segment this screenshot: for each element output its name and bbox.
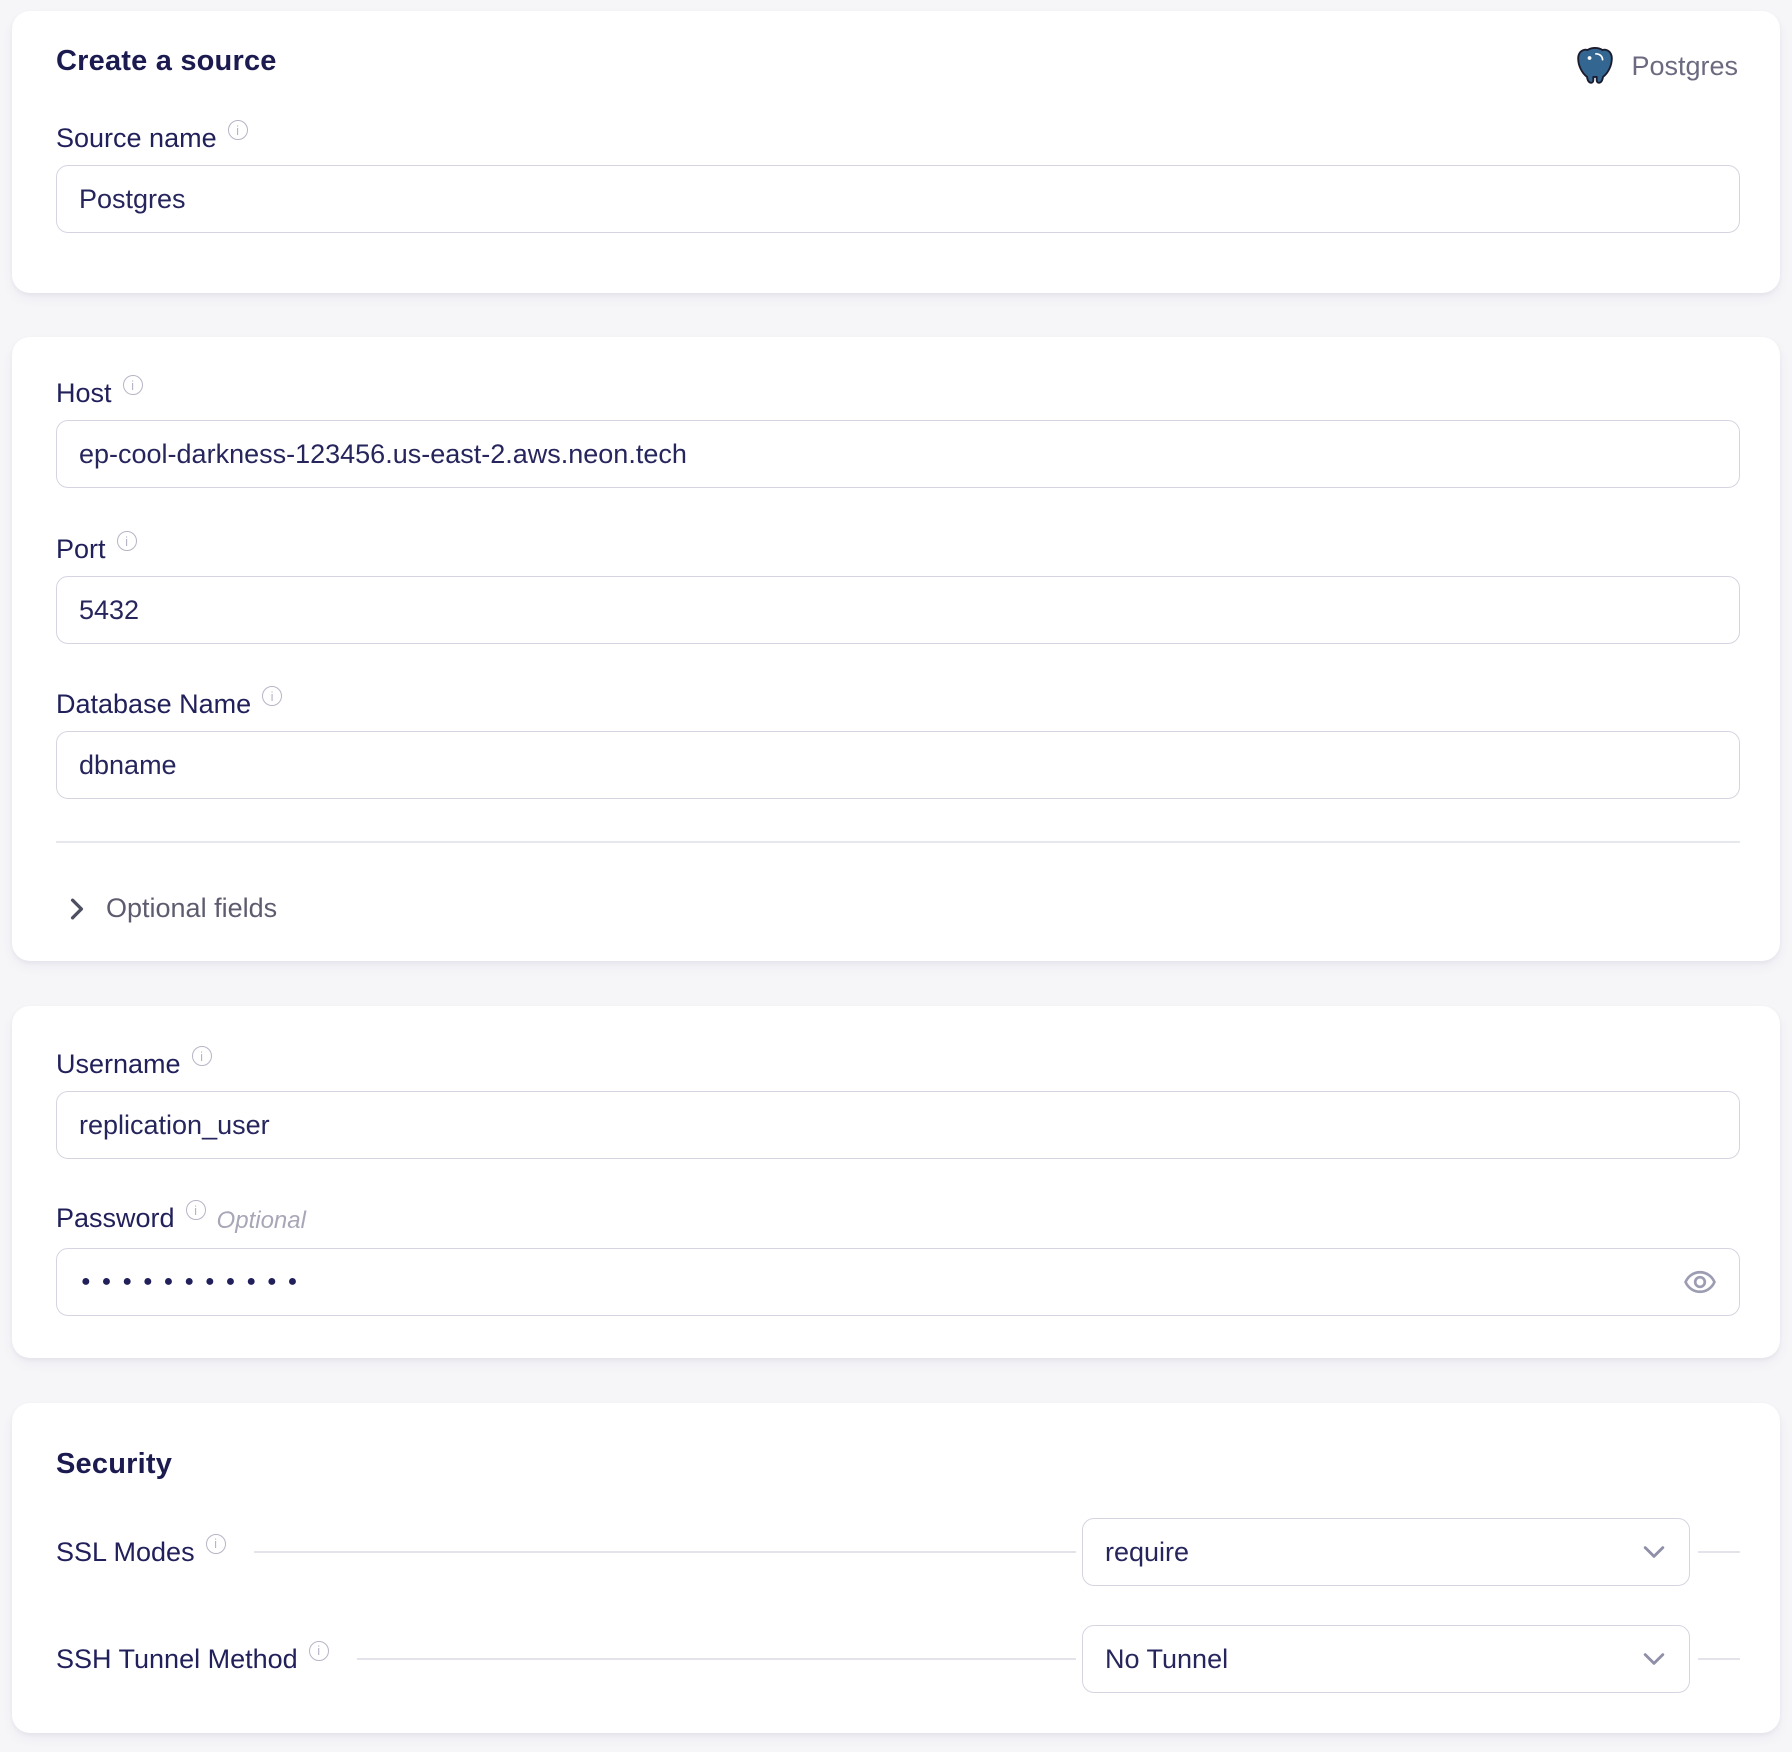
password-label-row: Password i Optional	[56, 1205, 1740, 1235]
username-input[interactable]	[56, 1091, 1740, 1159]
label-connector-line	[357, 1658, 1076, 1660]
source-name-label-row: Source name i	[56, 125, 1740, 152]
ssh-tunnel-label-row: SSH Tunnel Method i	[56, 1646, 329, 1673]
ssh-tunnel-dropdown[interactable]: No Tunnel	[1082, 1625, 1690, 1693]
label-connector-line-tail	[1698, 1551, 1740, 1553]
ssl-modes-value: require	[1105, 1537, 1189, 1568]
host-label-row: Host i	[56, 380, 1740, 407]
info-icon[interactable]: i	[123, 375, 143, 395]
ssh-tunnel-value: No Tunnel	[1105, 1644, 1228, 1675]
connector-name: Postgres	[1631, 51, 1738, 82]
chevron-right-icon	[70, 898, 84, 920]
chevron-down-icon	[1643, 1545, 1665, 1559]
password-input[interactable]	[79, 1272, 1683, 1292]
create-source-page: Create a source Postgres Source name i H…	[0, 0, 1792, 1752]
connection-card: Host i Port i Database Name i Option	[12, 337, 1780, 961]
source-name-label: Source name	[56, 125, 217, 152]
username-label: Username	[56, 1051, 181, 1078]
page-title: Create a source	[56, 45, 277, 77]
chevron-down-icon	[1643, 1652, 1665, 1666]
database-name-input[interactable]	[56, 731, 1740, 799]
database-name-field: Database Name i	[56, 691, 1740, 799]
port-label-row: Port i	[56, 536, 1740, 563]
section-divider	[56, 841, 1740, 843]
database-name-label-row: Database Name i	[56, 691, 1740, 718]
password-field: Password i Optional	[56, 1205, 1740, 1316]
host-input[interactable]	[56, 420, 1740, 488]
password-optional-tag: Optional	[217, 1207, 306, 1235]
info-icon[interactable]: i	[117, 531, 137, 551]
port-field: Port i	[56, 536, 1740, 644]
password-label: Password	[56, 1205, 175, 1232]
info-icon[interactable]: i	[309, 1641, 329, 1661]
password-input-shell	[56, 1248, 1740, 1316]
optional-fields-toggle[interactable]: Optional fields	[56, 893, 277, 924]
create-source-card: Create a source Postgres Source name i	[12, 11, 1780, 293]
toggle-password-visibility-button[interactable]	[1683, 1265, 1717, 1299]
info-icon[interactable]: i	[228, 120, 248, 140]
connector-badge: Postgres	[1574, 45, 1738, 87]
port-label: Port	[56, 536, 106, 563]
ssl-modes-label-row: SSL Modes i	[56, 1539, 226, 1566]
security-card: Security SSL Modes i require SSH Tunnel …	[12, 1403, 1780, 1733]
username-field: Username i	[56, 1051, 1740, 1159]
info-icon[interactable]: i	[262, 686, 282, 706]
port-input[interactable]	[56, 576, 1740, 644]
host-field: Host i	[56, 380, 1740, 488]
ssl-modes-row: SSL Modes i require	[56, 1518, 1740, 1586]
card-header: Create a source Postgres	[56, 45, 1740, 87]
info-icon[interactable]: i	[192, 1046, 212, 1066]
postgres-logo-icon	[1574, 45, 1616, 87]
security-title: Security	[56, 1448, 1740, 1480]
label-connector-line	[254, 1551, 1076, 1553]
credentials-card: Username i Password i Optional	[12, 1006, 1780, 1358]
ssh-tunnel-label: SSH Tunnel Method	[56, 1646, 298, 1673]
label-connector-line-tail	[1698, 1658, 1740, 1660]
info-icon[interactable]: i	[206, 1534, 226, 1554]
host-label: Host	[56, 380, 112, 407]
ssl-modes-label: SSL Modes	[56, 1539, 195, 1566]
source-name-input[interactable]	[56, 165, 1740, 233]
info-icon[interactable]: i	[186, 1200, 206, 1220]
optional-fields-label: Optional fields	[106, 893, 277, 924]
database-name-label: Database Name	[56, 691, 251, 718]
ssl-modes-dropdown[interactable]: require	[1082, 1518, 1690, 1586]
eye-icon	[1683, 1265, 1717, 1299]
ssh-tunnel-row: SSH Tunnel Method i No Tunnel	[56, 1625, 1740, 1693]
username-label-row: Username i	[56, 1051, 1740, 1078]
source-name-field: Source name i	[56, 125, 1740, 233]
